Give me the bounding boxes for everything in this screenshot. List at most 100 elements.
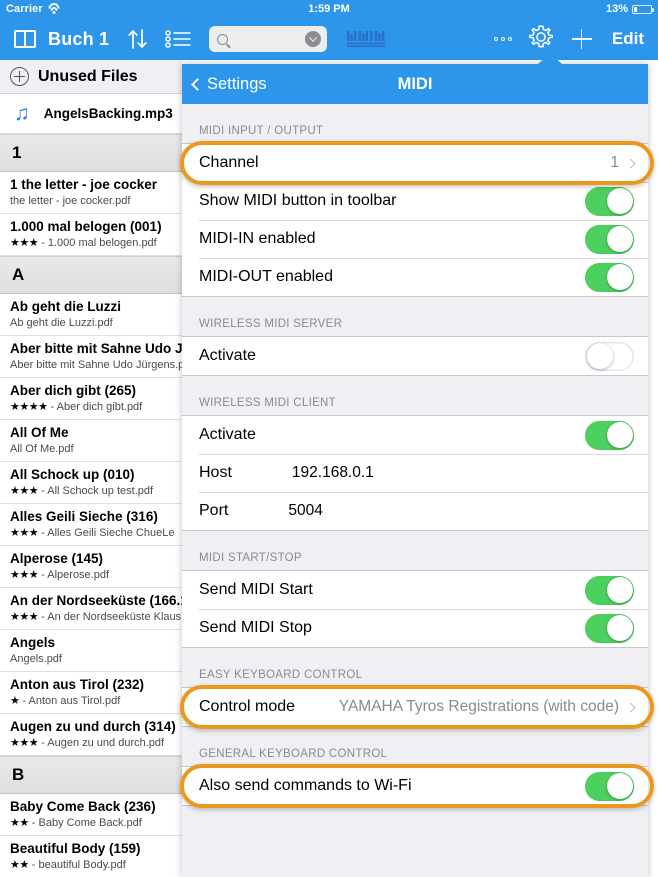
group-header: MIDI START/STOP bbox=[199, 552, 302, 564]
song-title-label: Alles Geili Sieche (316) bbox=[10, 509, 158, 524]
file-name-label: AngelsBacking.mp3 bbox=[43, 106, 173, 121]
list-item[interactable]: Aber bitte mit Sahne Udo Jü Aber bitte mi… bbox=[0, 336, 182, 378]
group-header: MIDI INPUT / OUTPUT bbox=[199, 125, 324, 137]
settings-row[interactable]: Send MIDI Start bbox=[182, 571, 648, 609]
popover-title: MIDI bbox=[397, 74, 433, 93]
list-icon[interactable] bbox=[165, 30, 191, 48]
plus-icon[interactable] bbox=[571, 29, 592, 49]
list-item[interactable]: Anton aus Tirol (232) ★ - Anton aus Tirol… bbox=[0, 672, 182, 714]
song-title-label: Beautiful Body (159) bbox=[10, 841, 141, 856]
song-subtitle-label: ★ - Anton aus Tirol.pdf bbox=[10, 695, 121, 707]
toggle-switch[interactable] bbox=[585, 186, 634, 216]
sidebar-list[interactable]: ♫ AngelsBacking.mp3 1 1 the letter - joe co… bbox=[0, 94, 182, 877]
toggle-switch[interactable] bbox=[585, 420, 634, 450]
song-subtitle-label: ★★★ - Augen zu und durch.pdf bbox=[10, 737, 165, 749]
list-item[interactable]: Beautiful Body (159) ★★ - beautiful Body.… bbox=[0, 836, 182, 877]
rating-stars: ★★ bbox=[10, 817, 29, 829]
settings-row[interactable]: Also send commands to Wi-Fi bbox=[182, 767, 648, 805]
settings-row[interactable]: MIDI-OUT enabled bbox=[182, 258, 648, 296]
toggle-switch[interactable] bbox=[585, 771, 634, 801]
row-label: Send MIDI Stop bbox=[199, 619, 312, 636]
settings-row[interactable]: Control mode YAMAHA Tyros Registrations (… bbox=[182, 688, 648, 726]
row-label: Port bbox=[199, 502, 229, 519]
status-bar: Carrier 1:59 PM 13% bbox=[0, 0, 658, 18]
settings-row[interactable]: Activate bbox=[182, 337, 648, 375]
settings-row[interactable]: MIDI-IN enabled bbox=[182, 220, 648, 258]
toggle-switch[interactable] bbox=[585, 341, 634, 371]
sort-arrows-icon[interactable] bbox=[127, 27, 149, 51]
toggle-knob bbox=[606, 264, 633, 290]
list-item[interactable]: All Schock up (010) ★★★ - All Schock up t… bbox=[0, 462, 182, 504]
list-item[interactable]: Ab geht die Luzzi Ab geht die Luzzi.pdf bbox=[0, 294, 182, 336]
more-dots-icon[interactable] bbox=[493, 37, 512, 41]
search-input[interactable] bbox=[209, 26, 328, 52]
list-item[interactable]: Aber dich gibt (265) ★★★★ - Aber dich gib… bbox=[0, 378, 182, 420]
song-subtitle-label: ★★★★ - Aber dich gibt.pdf bbox=[10, 401, 143, 413]
rating-stars: ★★★★ bbox=[10, 401, 48, 413]
list-item[interactable]: Angels Angels.pdf bbox=[0, 630, 182, 672]
song-subtitle-label: Angels.pdf bbox=[10, 653, 62, 665]
midi-logo-icon[interactable] bbox=[347, 29, 387, 49]
plus-circle-icon[interactable] bbox=[10, 67, 29, 86]
song-title-label: An der Nordseeküste (166.1 bbox=[10, 593, 182, 608]
popover-arrow bbox=[537, 53, 563, 65]
row-label: Control mode bbox=[199, 698, 296, 715]
row-label: Also send commands to Wi-Fi bbox=[199, 777, 412, 794]
section-header: B bbox=[0, 756, 182, 794]
gear-icon[interactable] bbox=[528, 24, 554, 55]
list-item[interactable]: All Of Me All Of Me.pdf bbox=[0, 420, 182, 462]
toggle-switch[interactable] bbox=[585, 613, 634, 643]
unused-files-label: Unused Files bbox=[38, 67, 138, 85]
settings-row[interactable]: Activate bbox=[182, 416, 648, 454]
list-item[interactable]: ♫ AngelsBacking.mp3 bbox=[0, 94, 182, 134]
group-header: EASY KEYBOARD CONTROL bbox=[199, 669, 363, 681]
settings-row[interactable]: Host 192.168.0.1 bbox=[182, 454, 648, 492]
list-item[interactable]: 1 the letter - joe cocker the letter - jo… bbox=[0, 172, 182, 214]
settings-row[interactable]: Send MIDI Stop bbox=[182, 609, 648, 647]
settings-row[interactable]: Show MIDI button in toolbar bbox=[182, 182, 648, 220]
row-label: Send MIDI Start bbox=[199, 581, 313, 598]
settings-group: Send MIDI Start Send MIDI Stop bbox=[182, 570, 648, 648]
list-item[interactable]: An der Nordseeküste (166.1 ★★★ - An der N… bbox=[0, 588, 182, 630]
list-item[interactable]: Alles Geili Sieche (316) ★★★ - Alles Geil… bbox=[0, 504, 182, 546]
midi-settings-popover: Settings MIDI MIDI INPUT / OUTPUT Channel… bbox=[182, 64, 648, 877]
list-item[interactable]: Baby Come Back (236) ★★ - Baby Come Back.… bbox=[0, 794, 182, 836]
rating-stars: ★★★ bbox=[10, 611, 39, 623]
popover-nav-bar: Settings MIDI bbox=[182, 64, 648, 104]
toggle-knob bbox=[606, 615, 633, 641]
rating-stars: ★★★ bbox=[10, 569, 39, 581]
settings-group: Control mode YAMAHA Tyros Registrations (… bbox=[182, 687, 648, 727]
group-header: GENERAL KEYBOARD CONTROL bbox=[199, 748, 388, 760]
songs-sidebar[interactable]: Unused Files ♫ AngelsBacking.mp3 1 1 the le… bbox=[0, 60, 182, 877]
song-subtitle-label: ★★★ - 1.000 mal belogen.pdf bbox=[10, 237, 157, 249]
song-subtitle-label: ★★★ - Alles Geili Sieche ChueLe bbox=[10, 527, 175, 539]
song-subtitle-label: ★★★ - An der Nordseeküste Klaus bbox=[10, 611, 182, 623]
song-subtitle-label: ★★★ - All Schock up test.pdf bbox=[10, 485, 154, 497]
list-item[interactable]: Alperose (145) ★★★ - Alperose.pdf bbox=[0, 546, 182, 588]
toggle-switch[interactable] bbox=[585, 262, 634, 292]
unused-files-header[interactable]: Unused Files bbox=[0, 60, 182, 94]
row-label: Activate bbox=[199, 426, 256, 443]
list-item[interactable]: Augen zu und durch (314) ★★★ - Augen zu u… bbox=[0, 714, 182, 756]
list-item[interactable]: 1.000 mal belogen (001) ★★★ - 1.000 mal b… bbox=[0, 214, 182, 256]
chevron-right-icon bbox=[625, 158, 636, 168]
book-icon[interactable] bbox=[14, 30, 36, 48]
song-title-label: Aber bitte mit Sahne Udo Jü bbox=[10, 341, 182, 356]
battery-percent-label: 13% bbox=[605, 3, 628, 15]
song-subtitle-label: Ab geht die Luzzi.pdf bbox=[10, 317, 113, 329]
row-value: 192.168.0.1 bbox=[291, 464, 374, 481]
song-title-label: All Schock up (010) bbox=[10, 467, 135, 482]
chevron-down-circle-icon[interactable] bbox=[305, 31, 322, 47]
toggle-switch[interactable] bbox=[585, 575, 634, 605]
settings-group: Activate bbox=[182, 336, 648, 376]
row-label: MIDI-OUT enabled bbox=[199, 268, 333, 285]
row-label: Channel bbox=[199, 154, 259, 171]
status-bar-right: 13% bbox=[605, 3, 654, 15]
settings-list[interactable]: MIDI INPUT / OUTPUT Channel 1 Show MIDI but… bbox=[182, 104, 648, 877]
settings-row[interactable]: Port 5004 bbox=[182, 492, 648, 530]
music-note-icon: ♫ bbox=[14, 102, 30, 125]
settings-group: Activate Host 192.168.0.1 Port 5004 bbox=[182, 415, 648, 531]
edit-button[interactable]: Edit bbox=[612, 29, 644, 49]
toggle-switch[interactable] bbox=[585, 224, 634, 254]
settings-row[interactable]: Channel 1 bbox=[182, 144, 648, 182]
